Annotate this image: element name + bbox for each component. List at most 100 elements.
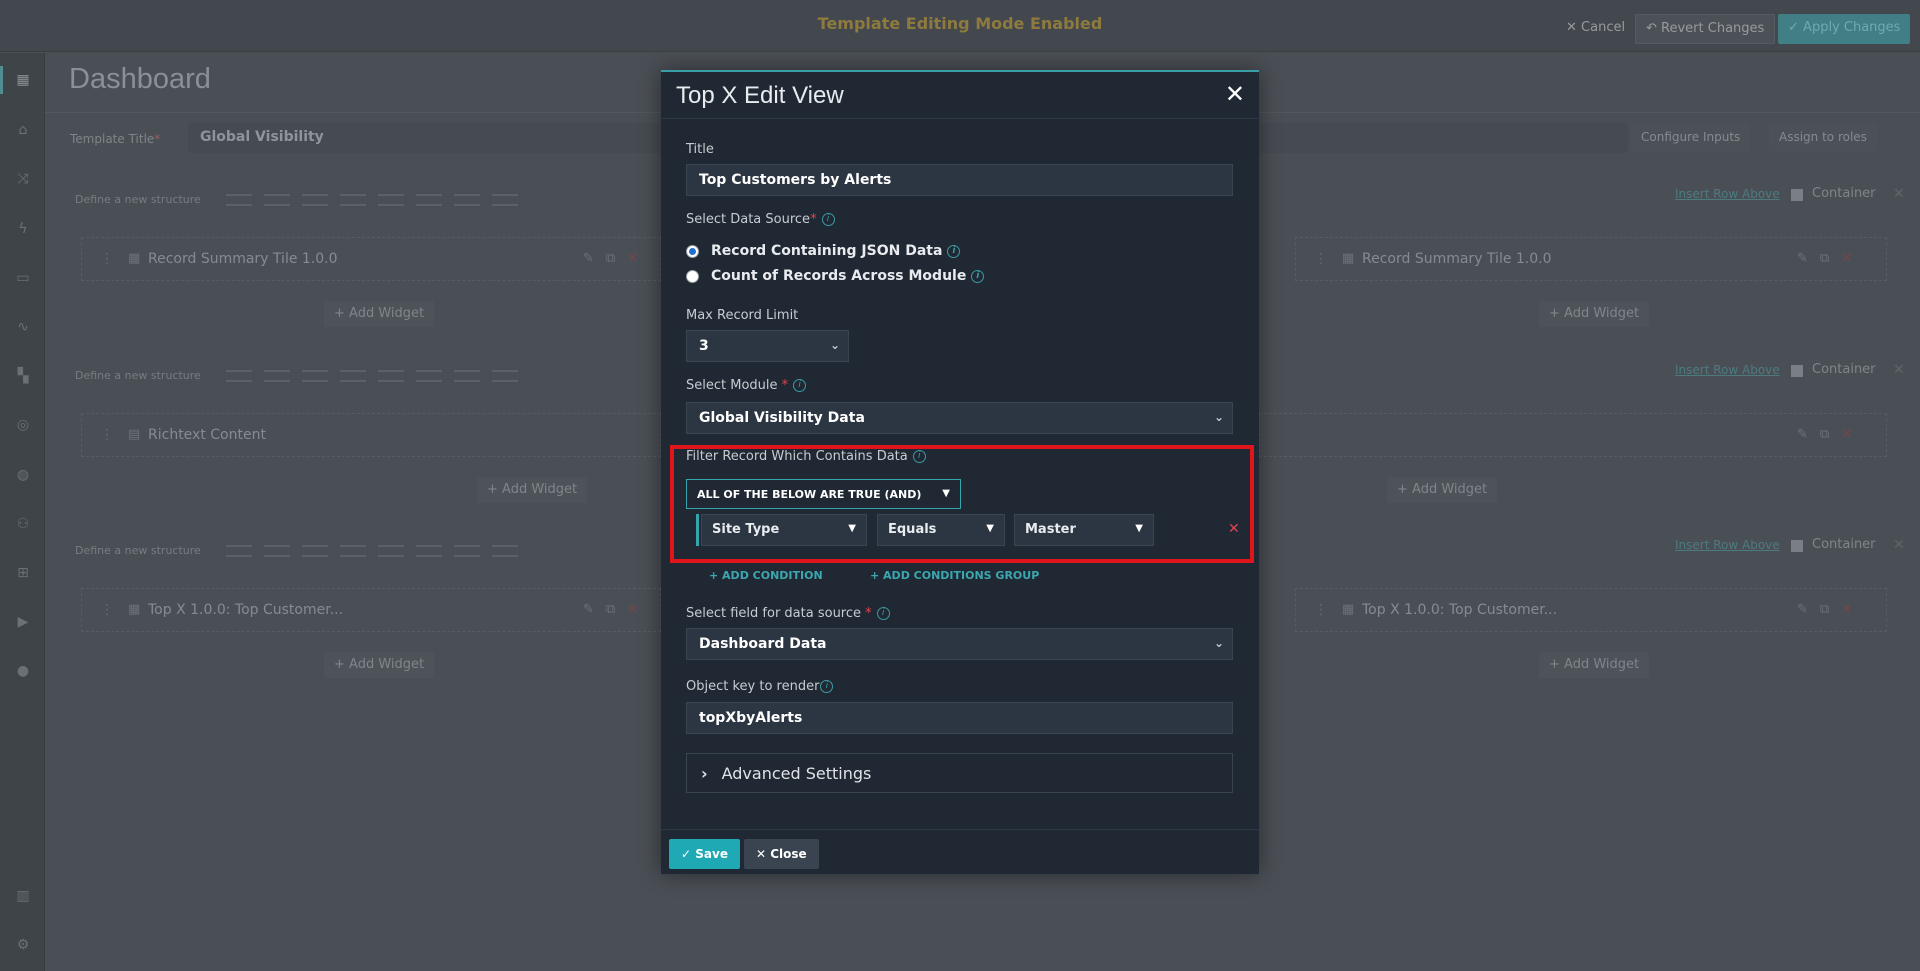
info-icon[interactable]: i	[947, 244, 961, 258]
title-field-label: Title	[686, 142, 714, 157]
widget-actions[interactable]: ✎⧉✕	[1797, 427, 1864, 442]
widget-actions[interactable]: ✎⧉✕	[1797, 602, 1864, 617]
condition-operator-select[interactable]: Equals ▼	[877, 514, 1005, 546]
field-source-select[interactable]: Dashboard Data ⌄	[686, 628, 1233, 660]
close-icon: ✕	[756, 847, 767, 861]
advanced-settings-toggle[interactable]: › Advanced Settings	[686, 753, 1233, 793]
widget-actions[interactable]: ✎⧉✕	[1797, 251, 1864, 266]
title-input[interactable]: Top Customers by Alerts	[686, 164, 1233, 196]
drag-handle-icon[interactable]: ⋮	[100, 602, 114, 618]
shuffle-icon[interactable]: ⤨	[13, 169, 33, 189]
briefcase-icon[interactable]: ▭	[13, 268, 33, 288]
field-source-label: Select field for data source * i	[686, 606, 890, 621]
remove-condition-icon[interactable]: ✕	[1228, 521, 1240, 537]
trash-icon[interactable]: ▥	[13, 886, 33, 906]
max-limit-select[interactable]: 3 ⌄	[686, 330, 849, 362]
settings-icon[interactable]: ⚙	[13, 935, 33, 955]
layout-options[interactable]	[226, 370, 518, 384]
logic-operator-select[interactable]: ALL OF THE BELOW ARE TRUE (AND) ▼	[686, 479, 961, 509]
remove-row-icon[interactable]: ✕	[1893, 537, 1905, 553]
template-title-label: Template Title*	[70, 132, 161, 146]
insert-row-above-link[interactable]: Insert Row Above	[1675, 363, 1780, 377]
max-limit-value: 3	[699, 338, 709, 354]
layout-options[interactable]	[226, 545, 518, 559]
widget-actions[interactable]: ✎⧉✕	[583, 251, 650, 266]
info-icon[interactable]: i	[876, 607, 890, 620]
save-label: Save	[695, 847, 728, 861]
radio-selected-icon[interactable]	[686, 244, 699, 258]
configure-inputs-button[interactable]: Configure Inputs	[1631, 123, 1751, 151]
revert-changes-button[interactable]: ↶ Revert Changes	[1635, 14, 1776, 44]
add-widget-button[interactable]: + Add Widget	[324, 301, 435, 327]
close-icon[interactable]: ✕	[1225, 80, 1245, 108]
globe-icon[interactable]: ◍	[13, 465, 33, 485]
widget-card[interactable]: ⋮ ▦ Top X 1.0.0: Top Customer... ✎⧉✕	[1295, 588, 1887, 632]
module-select[interactable]: Global Visibility Data ⌄	[686, 402, 1233, 434]
apply-changes-button[interactable]: ✓ Apply Changes	[1778, 14, 1911, 44]
widget-card[interactable]: ✎⧉✕	[1259, 413, 1887, 457]
cancel-label: Cancel	[1581, 20, 1626, 35]
incidents-icon[interactable]: ⌂	[13, 120, 33, 140]
drag-handle-icon[interactable]: ⋮	[1314, 251, 1328, 267]
info-icon[interactable]: i	[821, 213, 835, 226]
container-checkbox[interactable]	[1791, 189, 1803, 201]
template-mode-bar: Template Editing Mode Enabled ✕ Cancel ↶…	[0, 0, 1920, 52]
chart-icon[interactable]: ∿	[13, 317, 33, 337]
layout-options[interactable]	[226, 194, 518, 208]
object-key-input[interactable]: topXbyAlerts	[686, 702, 1233, 734]
condition-field-select[interactable]: Site Type ▼	[701, 514, 867, 546]
save-button[interactable]: ✓ Save	[669, 839, 740, 869]
chevron-down-icon: ⌄	[1213, 636, 1224, 650]
modal-footer-divider	[661, 829, 1259, 830]
condition-value-select[interactable]: Master ▼	[1014, 514, 1154, 546]
info-icon[interactable]: i	[793, 379, 807, 392]
chevron-down-icon: ⌄	[1213, 410, 1224, 424]
add-conditions-group-link[interactable]: + ADD CONDITIONS GROUP	[870, 569, 1039, 582]
radio-json-data[interactable]: Record Containing JSON Data i	[686, 243, 961, 259]
close-button[interactable]: ✕ Close	[744, 839, 819, 869]
remove-row-icon[interactable]: ✕	[1893, 362, 1905, 378]
add-widget-button[interactable]: + Add Widget	[477, 477, 588, 503]
container-checkbox[interactable]	[1791, 365, 1803, 377]
info-icon[interactable]: i	[912, 450, 926, 463]
container-label: Container	[1812, 362, 1876, 377]
play-icon[interactable]: ▶	[13, 612, 33, 632]
widget-card[interactable]: ⋮ ▤ Richtext Content	[81, 413, 661, 457]
widget-actions[interactable]: ✎⧉✕	[583, 602, 650, 617]
users-icon[interactable]: ⚇	[13, 514, 33, 534]
widgets-icon[interactable]: ▚	[13, 366, 33, 386]
widget-card[interactable]: ⋮ ▦ Record Summary Tile 1.0.0 ✎⧉✕	[1295, 237, 1887, 281]
condition-value-text: Master	[1025, 522, 1076, 537]
info-icon[interactable]: i	[820, 680, 834, 693]
module-value: Global Visibility Data	[699, 410, 865, 426]
widget-name: Top X 1.0.0: Top Customer...	[148, 602, 344, 618]
check-icon: ✓	[681, 847, 692, 861]
bolt-icon[interactable]: ϟ	[13, 219, 33, 239]
radio-count-records[interactable]: Count of Records Across Module i	[686, 268, 985, 284]
connectors-icon[interactable]: ⊞	[13, 563, 33, 583]
add-widget-button[interactable]: + Add Widget	[1539, 301, 1650, 327]
add-condition-link[interactable]: + ADD CONDITION	[709, 569, 823, 582]
container-checkbox[interactable]	[1791, 540, 1803, 552]
insert-row-above-link[interactable]: Insert Row Above	[1675, 538, 1780, 552]
assign-roles-button[interactable]: Assign to roles	[1769, 123, 1877, 151]
widget-card[interactable]: ⋮ ▦ Top X 1.0.0: Top Customer... ✎⧉✕	[81, 588, 661, 632]
widget-name: Richtext Content	[148, 427, 266, 443]
drag-handle-icon[interactable]: ⋮	[1314, 602, 1328, 618]
container-label: Container	[1812, 537, 1876, 552]
widget-card[interactable]: ⋮ ▦ Record Summary Tile 1.0.0 ✎⧉✕	[81, 237, 661, 281]
cancel-button[interactable]: ✕ Cancel	[1556, 14, 1635, 44]
add-widget-button[interactable]: + Add Widget	[1539, 652, 1650, 678]
drag-handle-icon[interactable]: ⋮	[100, 427, 114, 443]
insert-row-above-link[interactable]: Insert Row Above	[1675, 187, 1780, 201]
add-widget-button[interactable]: + Add Widget	[324, 652, 435, 678]
radio-unselected-icon[interactable]	[686, 269, 699, 283]
drag-handle-icon[interactable]: ⋮	[100, 251, 114, 267]
modal-title: Top X Edit View	[676, 82, 844, 109]
remove-row-icon[interactable]: ✕	[1893, 186, 1905, 202]
dashboard-icon[interactable]: ▦	[13, 70, 33, 90]
add-widget-button[interactable]: + Add Widget	[1387, 477, 1498, 503]
world-icon[interactable]: ●	[13, 661, 33, 681]
info-icon[interactable]: i	[971, 269, 985, 283]
target-icon[interactable]: ◎	[13, 415, 33, 435]
